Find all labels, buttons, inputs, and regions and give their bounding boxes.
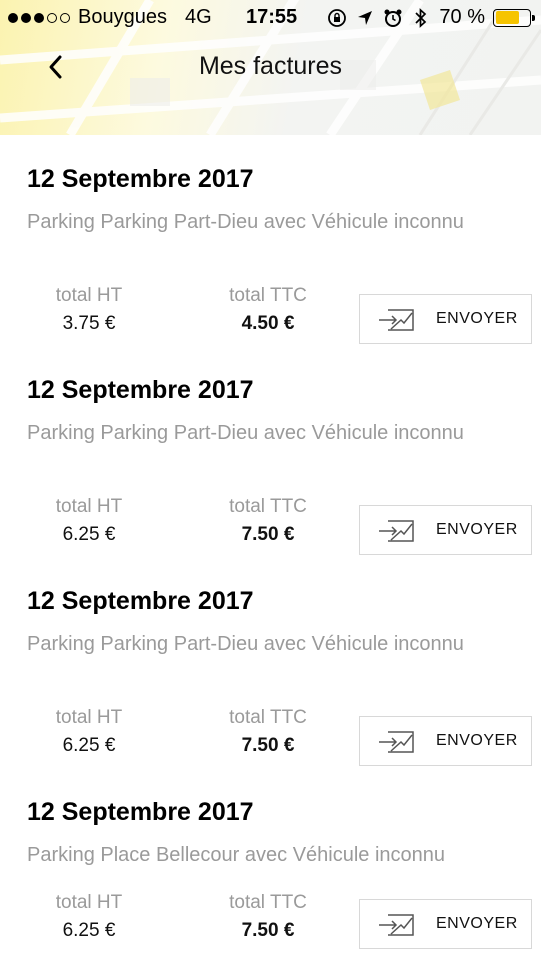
total-ttc: total TTC 7.50 € (198, 892, 338, 942)
page-title: Mes factures (198, 52, 343, 80)
carrier-name: Bouygues (78, 6, 167, 28)
battery-percent: 70 % (439, 6, 485, 28)
total-ht-label: total HT (55, 707, 123, 728)
invoice-item: 12 Septembre 2017 Parking Place Bellecou… (0, 768, 541, 960)
send-button-label: ENVOYER (436, 521, 518, 538)
battery-icon (493, 8, 535, 27)
total-ttc-label: total TTC (229, 707, 307, 728)
send-button-label: ENVOYER (436, 732, 518, 749)
rotation-lock-icon (327, 8, 347, 28)
total-ttc-value: 7.50 € (241, 524, 295, 545)
signal-strength-icon (8, 12, 70, 23)
invoice-description: Parking Parking Part-Dieu avec Véhicule … (27, 633, 464, 655)
total-ht-value: 6.25 € (62, 735, 116, 756)
invoice-date: 12 Septembre 2017 (27, 587, 254, 615)
total-ttc-label: total TTC (229, 496, 307, 517)
total-ttc-label: total TTC (229, 285, 307, 306)
status-bar: Bouygues 4G 17:55 70 % (0, 0, 541, 36)
invoice-date: 12 Septembre 2017 (27, 798, 254, 826)
send-invoice-button[interactable]: ENVOYER (359, 505, 532, 555)
total-ttc: total TTC 4.50 € (198, 285, 338, 335)
total-ht-label: total HT (55, 892, 123, 913)
send-button-label: ENVOYER (436, 915, 518, 932)
total-ht-value: 3.75 € (62, 313, 116, 334)
invoice-description: Parking Place Bellecour avec Véhicule in… (27, 844, 446, 866)
send-button-label: ENVOYER (436, 310, 518, 327)
send-mail-icon (379, 914, 414, 936)
network-type: 4G (184, 6, 212, 28)
total-ht: total HT 6.25 € (19, 707, 159, 757)
total-ht-label: total HT (55, 285, 123, 306)
total-ht: total HT 6.25 € (19, 496, 159, 546)
total-ttc-value: 7.50 € (241, 735, 295, 756)
send-mail-icon (379, 731, 414, 753)
location-arrow-icon (355, 8, 375, 28)
send-invoice-button[interactable]: ENVOYER (359, 716, 532, 766)
total-ttc-value: 7.50 € (241, 920, 295, 941)
send-invoice-button[interactable]: ENVOYER (359, 899, 532, 949)
header: Bouygues 4G 17:55 70 % Mes factures (0, 0, 541, 135)
navigation-bar: Mes factures (0, 36, 541, 100)
invoice-item: 12 Septembre 2017 Parking Parking Part-D… (0, 135, 541, 346)
total-ttc: total TTC 7.50 € (198, 496, 338, 546)
total-ht-label: total HT (55, 496, 123, 517)
status-time: 17:55 (246, 6, 298, 28)
bluetooth-icon (411, 7, 431, 28)
total-ht: total HT 3.75 € (19, 285, 159, 335)
total-ht-value: 6.25 € (62, 524, 116, 545)
total-ttc-value: 4.50 € (241, 313, 295, 334)
total-ht-value: 6.25 € (62, 920, 116, 941)
alarm-icon (383, 8, 403, 28)
total-ttc-label: total TTC (229, 892, 307, 913)
invoice-list: 12 Septembre 2017 Parking Parking Part-D… (0, 135, 541, 960)
invoice-item: 12 Septembre 2017 Parking Parking Part-D… (0, 557, 541, 768)
send-invoice-button[interactable]: ENVOYER (359, 294, 532, 344)
invoice-date: 12 Septembre 2017 (27, 376, 254, 404)
invoice-item: 12 Septembre 2017 Parking Parking Part-D… (0, 346, 541, 557)
invoice-date: 12 Septembre 2017 (27, 165, 254, 193)
send-mail-icon (379, 520, 414, 542)
invoice-description: Parking Parking Part-Dieu avec Véhicule … (27, 422, 464, 444)
total-ttc: total TTC 7.50 € (198, 707, 338, 757)
invoice-description: Parking Parking Part-Dieu avec Véhicule … (27, 211, 464, 233)
total-ht: total HT 6.25 € (19, 892, 159, 942)
send-mail-icon (379, 309, 414, 331)
